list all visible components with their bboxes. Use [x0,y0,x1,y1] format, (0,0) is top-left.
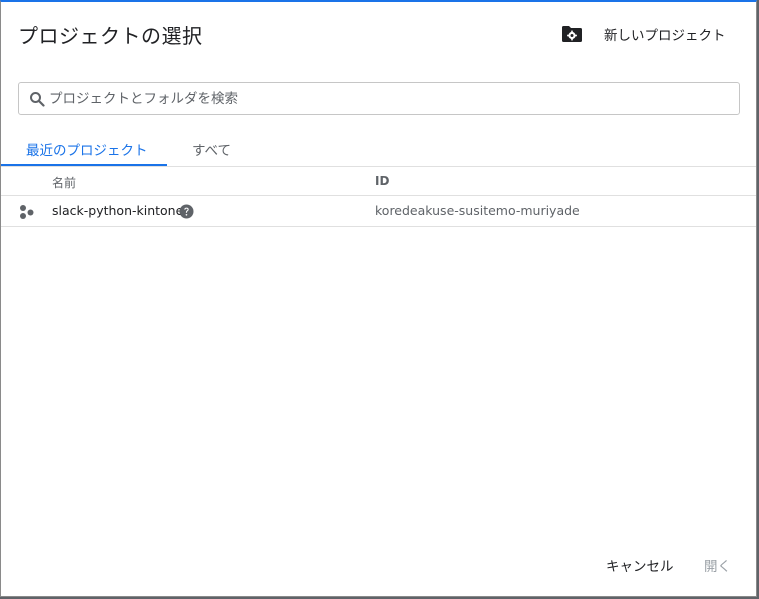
project-select-dialog: プロジェクトの選択 新しいプロジェクト 最近のプロジェクト すべて 名前 ID [0,0,757,597]
search-input[interactable] [49,90,739,107]
table-header: 名前 ID [1,167,756,196]
table-row[interactable]: slack-python-kintone koredeakuse-susitem… [1,196,756,227]
search-field[interactable] [18,82,740,115]
tab-recent-projects[interactable]: 最近のプロジェクト [26,139,148,159]
tab-bar: 最近のプロジェクト すべて [1,132,756,167]
column-header-id: ID [375,174,390,188]
folder-gear-icon [562,26,582,42]
project-id: koredeakuse-susitemo-muriyade [375,203,580,218]
open-button[interactable]: 開く [704,555,731,575]
project-dots-icon [20,205,34,219]
search-icon [30,91,45,107]
tab-all[interactable]: すべて [192,139,231,159]
cancel-button[interactable]: キャンセル [606,555,674,575]
new-project-button[interactable]: 新しいプロジェクト [561,22,726,46]
dialog-title: プロジェクトの選択 [18,24,203,48]
active-tab-indicator [1,164,167,166]
project-name[interactable]: slack-python-kintone [52,203,183,218]
help-circle-icon[interactable] [179,204,194,219]
column-header-name: 名前 [52,176,77,190]
new-project-label: 新しいプロジェクト [604,28,726,44]
